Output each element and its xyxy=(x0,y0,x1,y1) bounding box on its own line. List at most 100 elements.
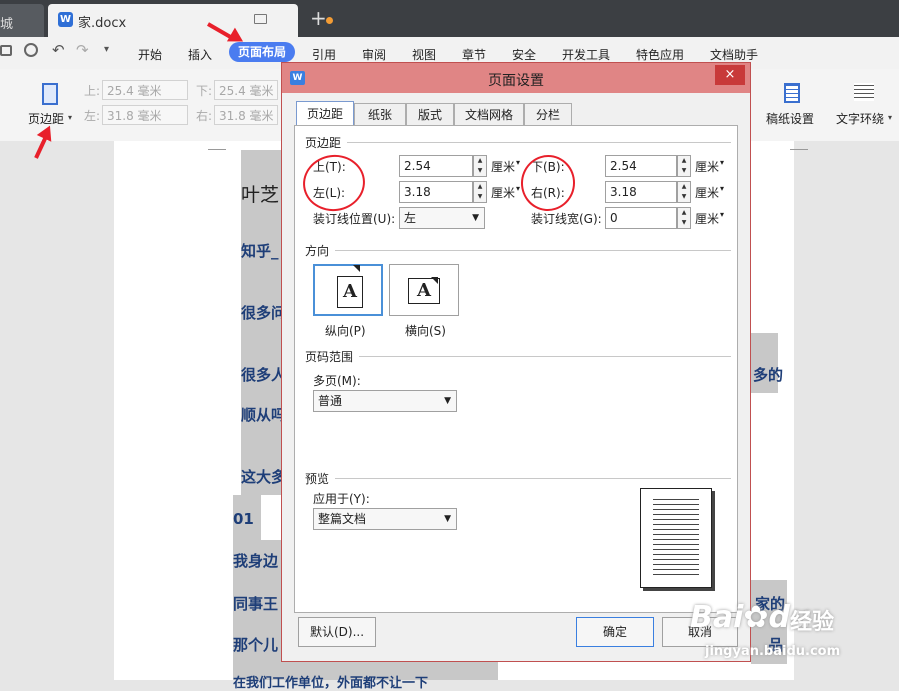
divider xyxy=(335,478,731,479)
grid-paper-label: 稿纸设置 xyxy=(766,112,815,126)
menu-review[interactable]: 审阅 xyxy=(362,46,386,63)
divider xyxy=(335,250,731,251)
menu-doc-assistant[interactable]: 文档助手 xyxy=(710,46,758,63)
section-orientation: 方向 xyxy=(305,244,330,258)
doc-line: 01 xyxy=(233,510,254,528)
menu-dev-tools[interactable]: 开发工具 xyxy=(562,46,610,63)
apply-to-select[interactable]: 整篇文档 ▼ xyxy=(313,508,457,530)
redo-icon[interactable]: ↷ xyxy=(76,41,89,59)
multi-page-value: 普通 xyxy=(318,394,343,408)
grid-paper-button[interactable]: 稿纸设置 xyxy=(764,81,820,131)
doc-line: 同事王 xyxy=(233,595,279,613)
menu-security[interactable]: 安全 xyxy=(512,46,536,63)
doc-line: 顺从吗 xyxy=(241,406,287,424)
portrait-page-icon: A xyxy=(337,276,363,308)
grid-paper-icon xyxy=(784,83,800,103)
ribbon-top-input[interactable]: 25.4 毫米 xyxy=(102,80,188,100)
unsaved-dot-icon xyxy=(326,17,333,24)
doc-line: 我身边 xyxy=(233,552,279,570)
ribbon-right-input[interactable]: 31.8 毫米 xyxy=(214,105,278,125)
section-preview: 预览 xyxy=(305,472,330,486)
unit-dropdown[interactable]: 厘米 xyxy=(695,184,719,201)
menu-references[interactable]: 引用 xyxy=(312,46,336,63)
new-tab-button[interactable]: + xyxy=(310,6,327,30)
page-corner-mark xyxy=(790,141,808,150)
ribbon-bottom-label: 下: xyxy=(196,84,213,98)
unit-dropdown[interactable]: 厘米 xyxy=(491,158,515,175)
bottom-margin-input[interactable]: 2.54 xyxy=(605,155,677,177)
multi-page-label: 多页(M): xyxy=(313,374,361,388)
print-preview-icon[interactable] xyxy=(24,43,38,57)
chevron-down-icon: ▾ xyxy=(720,210,725,219)
gutter-position-select[interactable]: 左 ▼ xyxy=(399,207,485,229)
tab-layout[interactable]: 版式 xyxy=(406,103,454,125)
multi-page-select[interactable]: 普通 ▼ xyxy=(313,390,457,412)
ok-button[interactable]: 确定 xyxy=(576,617,654,647)
print-icon[interactable] xyxy=(0,45,12,56)
ribbon-bottom-input[interactable]: 25.4 毫米 xyxy=(214,80,278,100)
unit-dropdown[interactable]: 厘米 xyxy=(695,210,719,227)
right-margin-stepper[interactable]: ▲ ▼ xyxy=(677,181,691,203)
page-corner-mark xyxy=(208,141,226,150)
ribbon-left-label: 左: xyxy=(84,109,101,123)
left-margin-input[interactable]: 3.18 xyxy=(399,181,473,203)
tab-doc-grid[interactable]: 文档网格 xyxy=(454,103,524,125)
portrait-option[interactable]: A xyxy=(313,264,383,316)
margin-button[interactable]: 页边距 ▾ xyxy=(24,81,76,131)
customize-dropdown-icon[interactable]: ▾ xyxy=(104,44,109,55)
top-margin-stepper[interactable]: ▲ ▼ xyxy=(473,155,487,177)
title-bar: 城 W 家.docx + xyxy=(0,0,899,37)
page-preview xyxy=(640,488,712,588)
right-margin-input[interactable]: 3.18 xyxy=(605,181,677,203)
tab-paper[interactable]: 纸张 xyxy=(354,103,406,125)
landscape-option[interactable]: A xyxy=(389,264,459,316)
chevron-down-icon: ▾ xyxy=(720,184,725,193)
paw-icon: ✿ xyxy=(743,600,769,635)
doc-line: 很多人 xyxy=(241,366,287,384)
apply-to-value: 整篇文档 xyxy=(318,512,367,526)
doc-line: 很多问 xyxy=(241,304,287,322)
watermark-exp: 经验 xyxy=(790,610,835,635)
unit-dropdown[interactable]: 厘米 xyxy=(695,158,719,175)
tab-columns[interactable]: 分栏 xyxy=(524,103,572,125)
gutter-width-input[interactable]: 0 xyxy=(605,207,677,229)
chevron-down-icon: ▾ xyxy=(68,113,73,122)
section-margins: 页边距 xyxy=(305,136,342,150)
text-wrap-button[interactable]: 文字环绕 ▾ xyxy=(834,81,896,131)
doc-line: 知乎_ xyxy=(241,242,279,260)
gutter-position-label: 装订线位置(U): xyxy=(313,212,396,226)
tab-previous-label: 城 xyxy=(0,17,14,32)
tab-previous[interactable]: 城 xyxy=(0,4,44,37)
chevron-down-icon: ▾ xyxy=(516,158,521,167)
undo-icon[interactable]: ↶ xyxy=(52,41,65,59)
chevron-down-icon: ▾ xyxy=(720,158,725,167)
doc-line: 多的 xyxy=(753,366,784,384)
divider xyxy=(359,356,731,357)
doc-line: 叶芝 xyxy=(241,184,280,206)
unit-dropdown[interactable]: 厘米 xyxy=(491,184,515,201)
close-button[interactable]: × xyxy=(715,65,745,85)
monitor-icon[interactable] xyxy=(254,14,267,24)
menu-view[interactable]: 视图 xyxy=(412,46,436,63)
doc-line: 在我们工作单位，外面都不让一下 xyxy=(233,676,429,691)
default-button[interactable]: 默认(D)... xyxy=(298,617,376,647)
ribbon-left-input[interactable]: 31.8 毫米 xyxy=(102,105,188,125)
doc-line: 这大多 xyxy=(241,468,287,486)
left-margin-stepper[interactable]: ▲ ▼ xyxy=(473,181,487,203)
tab-document[interactable]: W 家.docx xyxy=(48,4,333,37)
gutter-position-value: 左 xyxy=(404,211,417,225)
margin-icon xyxy=(42,83,58,105)
ribbon-top-label: 上: xyxy=(84,84,101,98)
page-setup-dialog: W 页面设置 × 页边距 纸张 版式 文档网格 分栏 页边距 上(T): 2.5… xyxy=(281,62,751,662)
menu-section[interactable]: 章节 xyxy=(462,46,486,63)
top-margin-input[interactable]: 2.54 xyxy=(399,155,473,177)
section-page-range: 页码范围 xyxy=(305,350,354,364)
bottom-margin-stepper[interactable]: ▲ ▼ xyxy=(677,155,691,177)
menu-insert[interactable]: 插入 xyxy=(188,46,212,63)
gutter-width-stepper[interactable]: ▲ ▼ xyxy=(677,207,691,229)
dropdown-arrow-icon: ▼ xyxy=(472,213,479,223)
tab-margins[interactable]: 页边距 xyxy=(296,101,354,127)
menu-special-apps[interactable]: 特色应用 xyxy=(636,46,684,63)
menu-start[interactable]: 开始 xyxy=(138,46,162,63)
page-fold-icon xyxy=(431,277,438,284)
